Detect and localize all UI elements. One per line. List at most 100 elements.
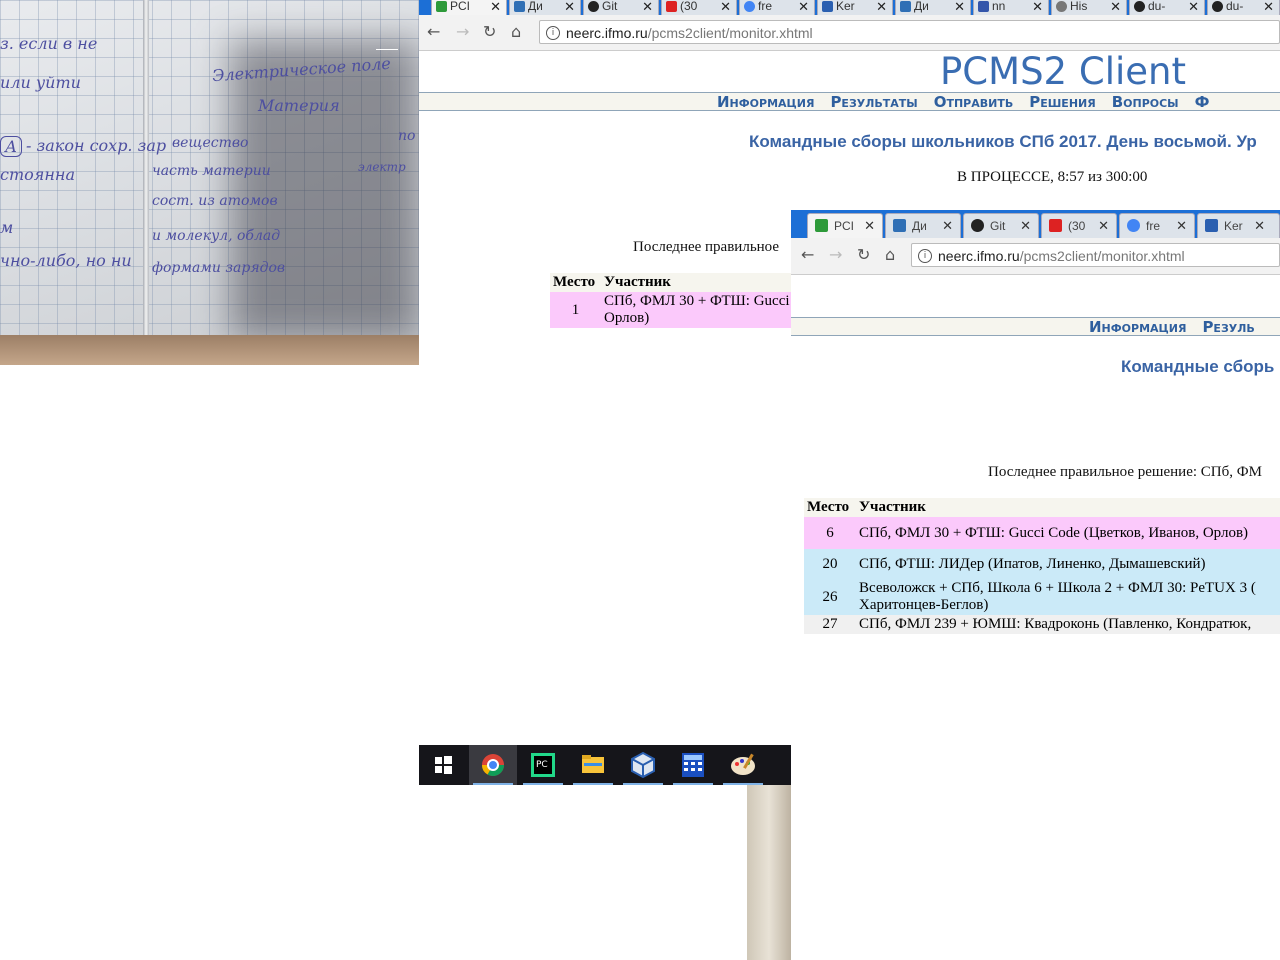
front-tab-google[interactable]: fre ✕ — [1119, 213, 1195, 238]
row-place: 26 — [804, 579, 856, 615]
front-tab-chat[interactable]: Ди ✕ — [885, 213, 961, 238]
row-place: 1 — [550, 292, 601, 328]
close-icon[interactable]: ✕ — [1110, 0, 1121, 15]
reload-icon[interactable]: ↻ — [483, 22, 496, 41]
handwriting-line: сост. из атомов — [152, 193, 278, 209]
last-correct-label: Последнее правильное — [633, 239, 780, 255]
back-tab-github[interactable]: Git ✕ — [583, 0, 659, 15]
url-domain: neerc.ifmo.ru — [566, 25, 648, 41]
team-line-2: Харитонцев-Беглов) — [859, 597, 989, 613]
team-line-2: Орлов) — [604, 310, 650, 326]
row-place: 20 — [804, 549, 856, 579]
back-tab-github-3[interactable]: du- ✕ — [1207, 0, 1280, 15]
menu-questions[interactable]: Вопросы — [1112, 93, 1179, 110]
front-tab-pcms[interactable]: PCI ✕ — [807, 213, 883, 238]
close-icon[interactable]: ✕ — [490, 0, 501, 15]
front-tab-kotlin[interactable]: Ker ✕ — [1197, 213, 1280, 238]
close-icon[interactable]: ✕ — [1020, 218, 1031, 234]
pcms-icon — [815, 219, 828, 232]
close-icon[interactable]: ✕ — [864, 218, 875, 234]
front-toolbar: ← → ↻ ⌂ i neerc.ifmo.ru/pcms2client/moni… — [791, 238, 1280, 275]
active-indicator — [523, 783, 563, 785]
back-tab-youtube[interactable]: (30 ✕ — [661, 0, 737, 15]
back-tab-strip: PCI ✕ Ди ✕ Git ✕ (30 ✕ fre ✕ Ker ✕ Ди ✕ … — [419, 0, 1280, 15]
back-tab-chat[interactable]: Ди ✕ — [509, 0, 581, 15]
chrome-icon[interactable] — [469, 745, 517, 785]
handwriting-line: электр — [358, 160, 406, 174]
info-icon[interactable]: i — [918, 249, 932, 263]
info-icon[interactable]: i — [546, 26, 560, 40]
url-domain: neerc.ifmo.ru — [938, 248, 1020, 264]
front-tab-youtube[interactable]: (30 ✕ — [1041, 213, 1117, 238]
handwriting-line: Материя — [258, 96, 340, 115]
taskbar: PC — [419, 745, 791, 785]
file-explorer-icon[interactable] — [569, 745, 617, 785]
close-icon[interactable]: ✕ — [642, 0, 653, 15]
back-tab-chat-2[interactable]: Ди ✕ — [895, 0, 971, 15]
back-tab-history[interactable]: His ✕ — [1051, 0, 1127, 15]
front-menu-bar: Информация Резуль — [791, 317, 1280, 336]
close-icon[interactable]: ✕ — [1263, 0, 1274, 15]
address-bar[interactable]: i neerc.ifmo.ru/pcms2client/monitor.xhtm… — [911, 243, 1280, 267]
home-icon[interactable]: ⌂ — [511, 22, 521, 41]
close-icon[interactable]: ✕ — [564, 0, 575, 15]
close-icon[interactable]: ✕ — [720, 0, 731, 15]
back-tab-kotlin[interactable]: Ker ✕ — [817, 0, 893, 15]
handwriting-line: вещество — [172, 135, 249, 151]
close-icon[interactable]: ✕ — [798, 0, 809, 15]
menu-results[interactable]: Результаты — [830, 93, 917, 110]
chat-icon — [514, 1, 525, 12]
virtualbox-icon[interactable] — [619, 745, 667, 785]
table-row: 1 СПб, ФМЛ 30 + ФТШ: Gucci Орлов) — [550, 292, 810, 328]
chat-icon — [900, 1, 911, 12]
back-tab-nn[interactable]: nn ✕ — [973, 0, 1049, 15]
home-icon[interactable]: ⌂ — [885, 245, 895, 264]
chat-icon — [893, 219, 906, 232]
row-team: СПб, ФМЛ 30 + ФТШ: Gucci Орлов) — [601, 292, 810, 328]
back-arrow-icon[interactable]: ← — [427, 22, 440, 41]
header-place: Место — [550, 273, 601, 292]
menu-more[interactable]: Ф — [1195, 93, 1210, 110]
forward-arrow-icon[interactable]: → — [456, 22, 469, 41]
handwriting-line: - закон сохр. зар — [26, 136, 167, 155]
tab-label: Git — [602, 0, 618, 13]
pycharm-icon[interactable]: PC — [519, 745, 567, 785]
reload-icon[interactable]: ↻ — [857, 245, 870, 264]
menu-results[interactable]: Резуль — [1202, 318, 1254, 335]
active-indicator — [673, 783, 713, 785]
handwriting-line: з. если в не — [0, 34, 98, 53]
front-tab-strip: PCI ✕ Ди ✕ Git ✕ (30 ✕ fre ✕ Ker ✕ — [791, 210, 1280, 238]
close-icon[interactable]: ✕ — [942, 218, 953, 234]
close-icon[interactable]: ✕ — [1032, 0, 1043, 15]
table-row: 20 СПб, ФТШ: ЛИДер (Ипатов, Линенко, Дым… — [804, 549, 1280, 579]
back-tab-github-2[interactable]: du- ✕ — [1129, 0, 1205, 15]
close-icon[interactable]: ✕ — [876, 0, 887, 15]
site-title: PCMS2 Client — [940, 50, 1186, 93]
kotlin-icon — [1205, 219, 1218, 232]
back-tab-pcms[interactable]: PCI ✕ — [431, 0, 507, 15]
youtube-icon — [1049, 219, 1062, 232]
menu-solutions[interactable]: Решения — [1029, 93, 1096, 110]
tab-label: Ди — [912, 219, 927, 233]
close-icon[interactable]: ✕ — [1254, 218, 1265, 234]
forward-arrow-icon[interactable]: → — [829, 245, 842, 264]
paint-icon[interactable] — [719, 745, 767, 785]
close-icon[interactable]: ✕ — [1188, 0, 1199, 15]
windows-start-icon[interactable] — [419, 745, 467, 785]
url-path: /pcms2client/monitor.xhtml — [1019, 248, 1185, 264]
kotlin-icon — [822, 1, 833, 12]
calculator-icon[interactable] — [669, 745, 717, 785]
back-arrow-icon[interactable]: ← — [801, 245, 814, 264]
address-bar[interactable]: i neerc.ifmo.ru/pcms2client/monitor.xhtm… — [539, 20, 1280, 44]
svg-text:PC: PC — [536, 760, 548, 770]
wooden-table — [0, 335, 419, 365]
menu-info[interactable]: Информация — [1089, 318, 1186, 335]
menu-info[interactable]: Информация — [717, 93, 814, 110]
close-icon[interactable]: ✕ — [1098, 218, 1109, 234]
close-icon[interactable]: ✕ — [954, 0, 965, 15]
close-icon[interactable]: ✕ — [1176, 218, 1187, 234]
back-toolbar: ← → ↻ ⌂ i neerc.ifmo.ru/pcms2client/moni… — [419, 15, 1280, 51]
back-tab-google[interactable]: fre ✕ — [739, 0, 815, 15]
menu-submit[interactable]: Отправить — [934, 93, 1014, 110]
front-tab-github[interactable]: Git ✕ — [963, 213, 1039, 238]
